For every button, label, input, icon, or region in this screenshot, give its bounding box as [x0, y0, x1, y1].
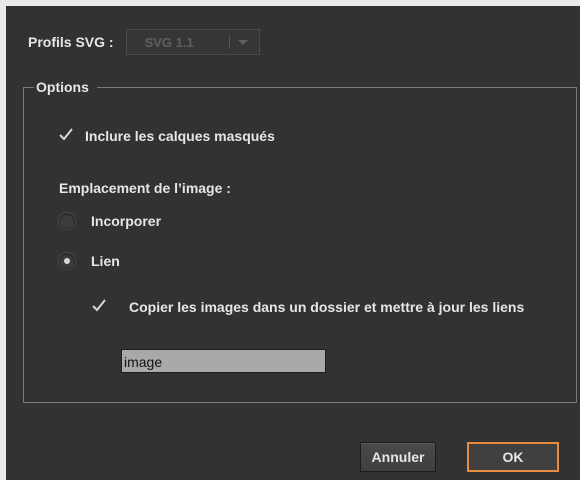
embed-option[interactable]: Incorporer [59, 213, 161, 229]
include-hidden-layers-option[interactable]: Inclure les calques masqués [59, 127, 275, 144]
copy-images-label: Copier les images dans un dossier et met… [129, 299, 525, 315]
svg-profile-select[interactable]: SVG 1.1 [125, 29, 260, 55]
svg-profile-row: Profils SVG : SVG 1.1 [28, 28, 260, 56]
include-hidden-layers-label: Inclure les calques masqués [85, 128, 275, 144]
chevron-down-icon [237, 39, 248, 45]
include-hidden-layers-checkbox[interactable] [59, 127, 73, 143]
svg-profile-label: Profils SVG : [28, 34, 114, 50]
cancel-button[interactable]: Annuler [360, 442, 436, 472]
image-location-heading-row: Emplacement de l’image : [59, 180, 231, 196]
options-legend: Options [34, 77, 97, 97]
link-radio[interactable] [59, 253, 75, 269]
embed-radio[interactable] [59, 213, 75, 229]
checkmark-icon [59, 127, 73, 140]
link-option[interactable]: Lien [59, 253, 120, 269]
svg-options-dialog: Profils SVG : SVG 1.1 Options Inclure le… [6, 6, 580, 480]
image-location-label: Emplacement de l’image : [59, 180, 231, 196]
select-divider [228, 35, 230, 49]
link-label: Lien [91, 253, 120, 269]
image-folder-input[interactable]: image [121, 349, 326, 373]
options-group: Options Inclure les calques masqués Empl… [23, 77, 577, 403]
svg-profile-value: SVG 1.1 [144, 34, 194, 50]
embed-label: Incorporer [91, 213, 162, 229]
ok-button[interactable]: OK [467, 442, 559, 472]
